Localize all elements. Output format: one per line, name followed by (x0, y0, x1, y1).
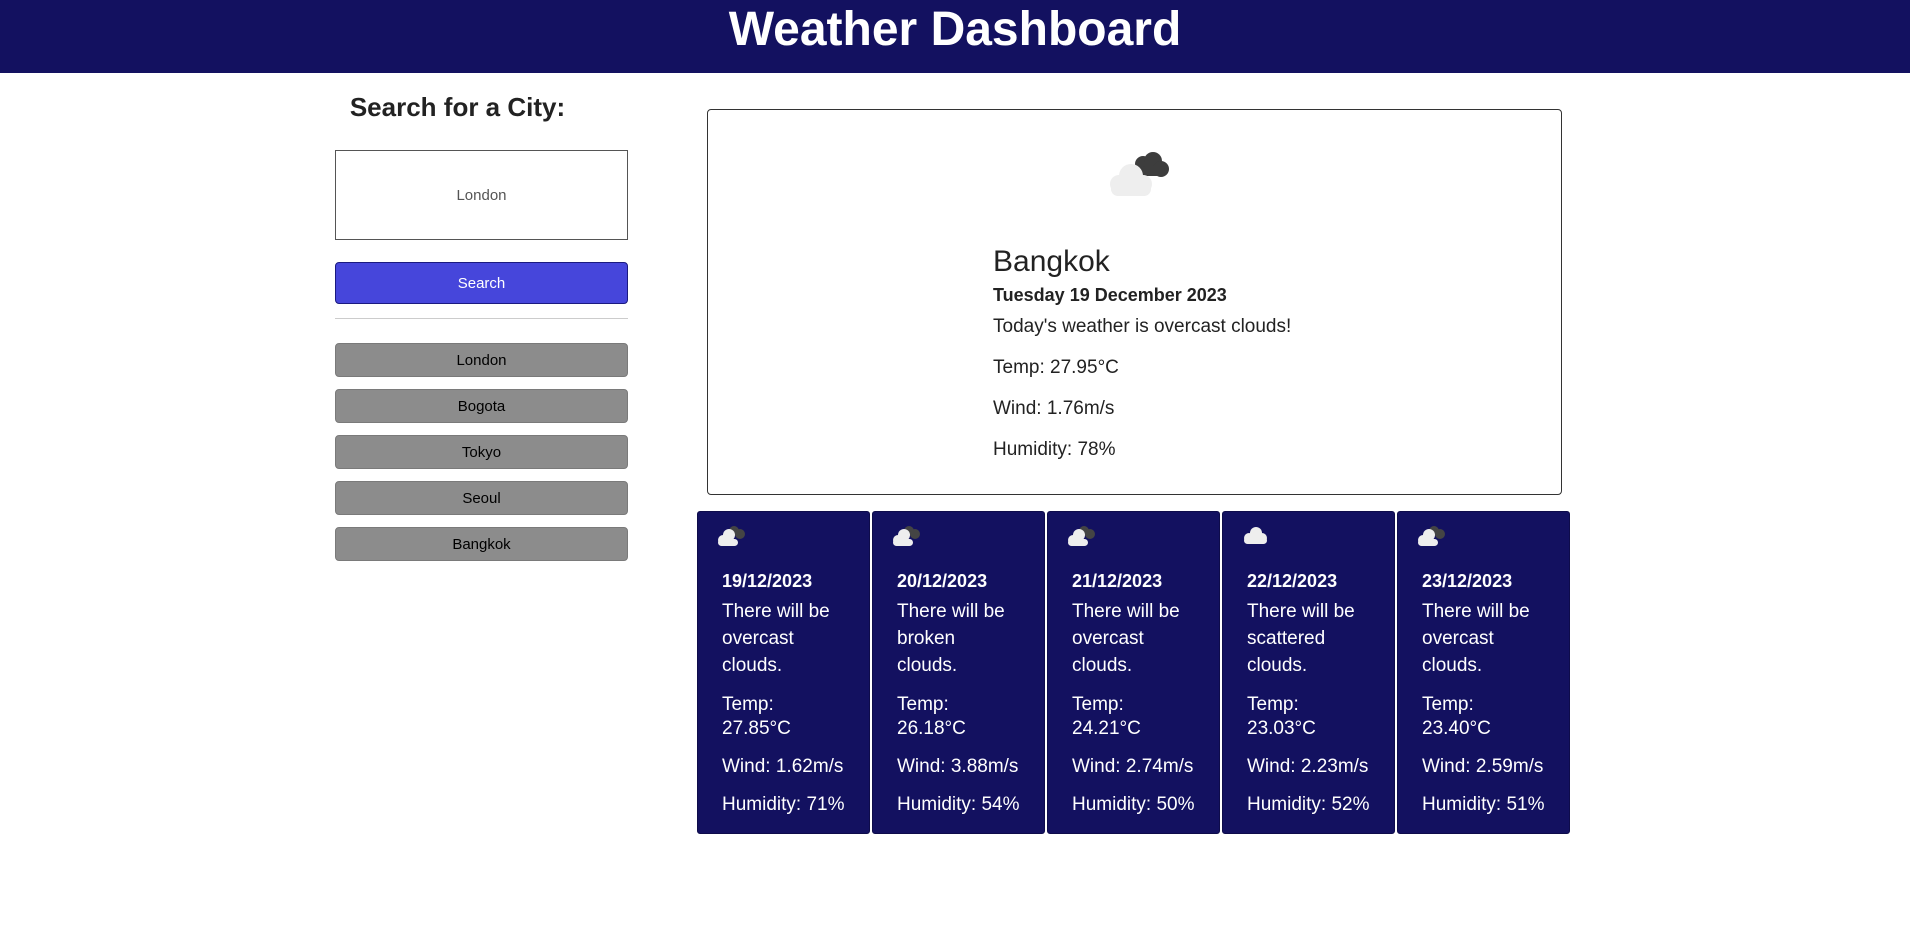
history-button-bangkok[interactable]: Bangkok (335, 527, 628, 561)
overcast-clouds-icon (1110, 152, 1169, 196)
forecast-card: 20/12/2023 There will be broken clouds. … (872, 511, 1045, 834)
forecast-temp: Temp: 23.03°C (1247, 694, 1316, 739)
forecast-humidity: Humidity: 50% (1072, 794, 1195, 815)
city-name: Bangkok (993, 245, 1110, 278)
forecast-temp: Temp: 24.21°C (1072, 694, 1141, 739)
forecast-humidity: Humidity: 52% (1247, 794, 1370, 815)
divider (335, 318, 628, 319)
current-weather-info: Bangkok Tuesday 19 December 2023 Today's… (993, 244, 1393, 462)
forecast-humidity: Humidity: 54% (897, 794, 1020, 815)
forecast-description: There will be overcast clouds. (1072, 601, 1180, 676)
history-button-seoul[interactable]: Seoul (335, 481, 628, 515)
forecast-wind: Wind: 2.74m/s (1072, 756, 1194, 777)
forecast-card: 21/12/2023 There will be overcast clouds… (1047, 511, 1220, 834)
broken-clouds-icon (893, 526, 920, 546)
search-history: London Bogota Tokyo Seoul Bangkok (335, 343, 628, 573)
history-button-london[interactable]: London (335, 343, 628, 377)
history-button-bogota[interactable]: Bogota (335, 389, 628, 423)
current-weather-card: Bangkok Tuesday 19 December 2023 Today's… (707, 109, 1562, 495)
search-title: Search for a City: (349, 92, 566, 122)
city-search-input[interactable] (335, 150, 628, 240)
overcast-clouds-icon (1418, 526, 1445, 546)
current-date: Tuesday 19 December 2023 (993, 285, 1227, 305)
forecast-date: 19/12/2023 (722, 571, 813, 591)
forecast-temp: Temp: 27.85°C (722, 694, 791, 739)
forecast-description: There will be broken clouds. (897, 601, 1005, 676)
scattered-clouds-icon (1244, 527, 1267, 544)
forecast-date: 21/12/2023 (1072, 571, 1163, 591)
overcast-clouds-icon (1068, 526, 1095, 546)
forecast-card: 23/12/2023 There will be overcast clouds… (1397, 511, 1570, 834)
forecast-date: 23/12/2023 (1422, 571, 1513, 591)
current-wind: Wind: 1.76m/s (993, 398, 1115, 419)
forecast-description: There will be overcast clouds. (1422, 601, 1530, 676)
forecast-wind: Wind: 3.88m/s (897, 756, 1019, 777)
search-button[interactable]: Search (335, 262, 628, 304)
forecast-wind: Wind: 2.59m/s (1422, 756, 1544, 777)
overcast-clouds-icon (718, 526, 745, 546)
forecast-row: 19/12/2023 There will be overcast clouds… (697, 511, 1570, 834)
page-title: Weather Dashboard (728, 3, 1182, 56)
current-temp: Temp: 27.95°C (993, 357, 1119, 378)
forecast-card: 22/12/2023 There will be scattered cloud… (1222, 511, 1395, 834)
current-humidity: Humidity: 78% (993, 439, 1116, 460)
forecast-humidity: Humidity: 51% (1422, 794, 1545, 815)
forecast-date: 22/12/2023 (1247, 571, 1338, 591)
forecast-wind: Wind: 1.62m/s (722, 756, 844, 777)
current-description: Today's weather is overcast clouds! (993, 316, 1292, 337)
forecast-temp: Temp: 23.40°C (1422, 694, 1491, 739)
history-button-tokyo[interactable]: Tokyo (335, 435, 628, 469)
forecast-temp: Temp: 26.18°C (897, 694, 966, 739)
forecast-description: There will be overcast clouds. (722, 601, 830, 676)
forecast-humidity: Humidity: 71% (722, 794, 845, 815)
forecast-description: There will be scattered clouds. (1247, 601, 1355, 676)
forecast-date: 20/12/2023 (897, 571, 988, 591)
forecast-wind: Wind: 2.23m/s (1247, 756, 1369, 777)
forecast-card: 19/12/2023 There will be overcast clouds… (697, 511, 870, 834)
page-header: Weather Dashboard (0, 0, 1910, 73)
